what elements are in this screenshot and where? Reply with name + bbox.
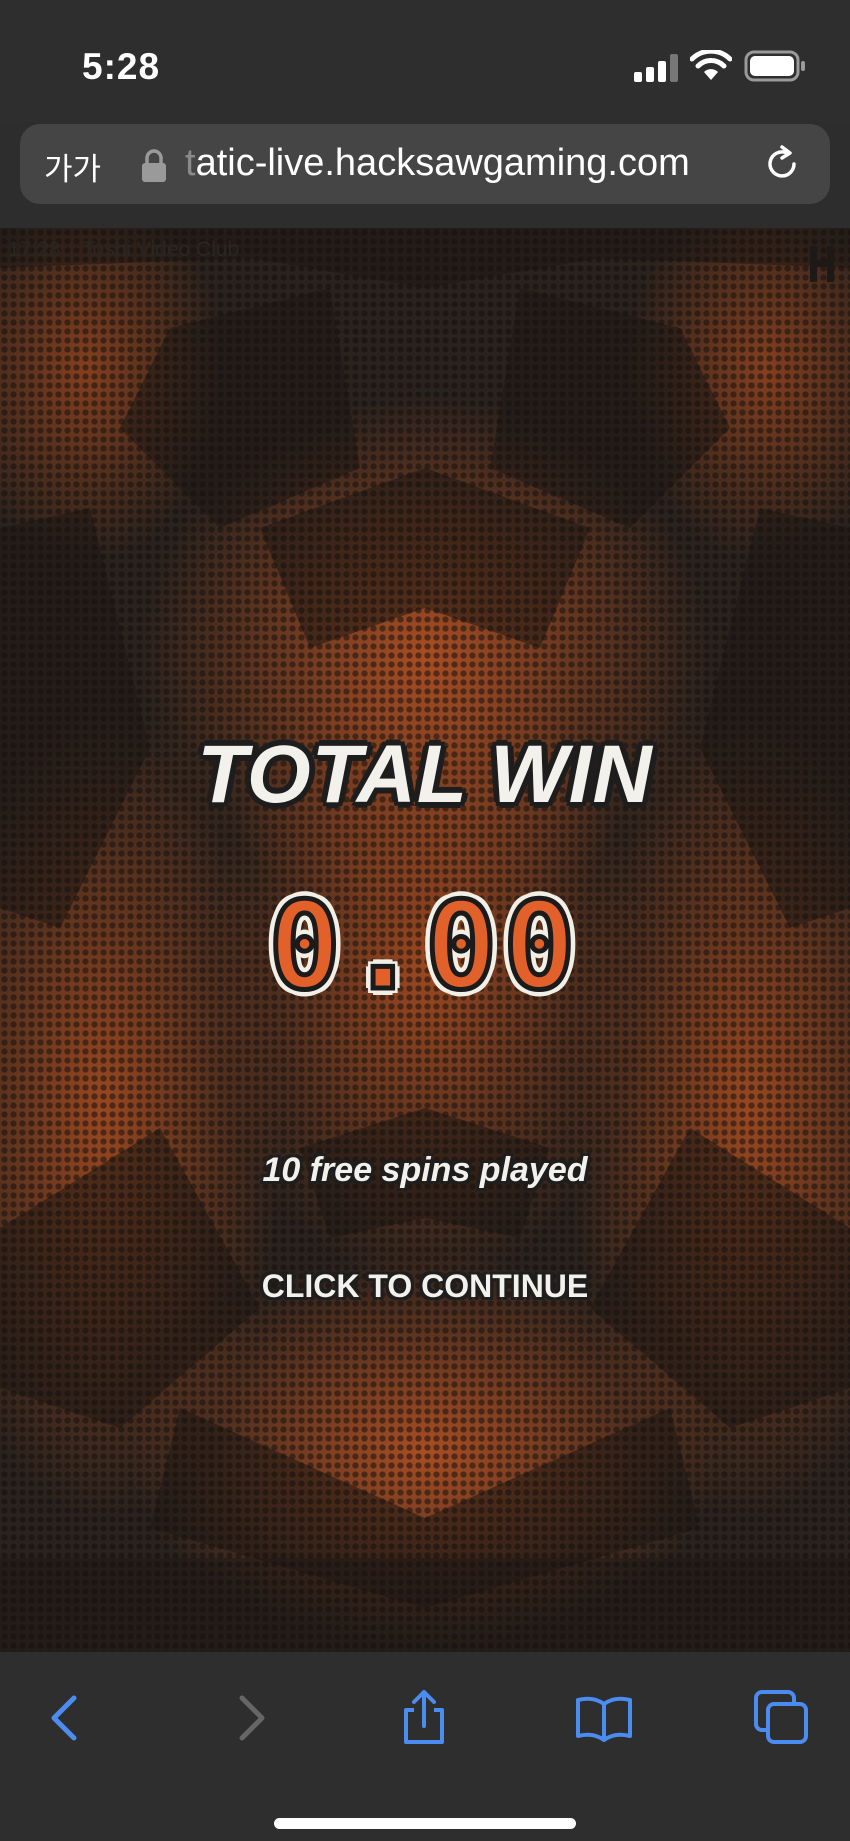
bookmarks-icon[interactable] [574,1688,634,1748]
spins-played-text: 10 free spins played [262,1151,588,1189]
home-indicator [274,1818,576,1829]
total-win-title: TOTAL WIN [197,729,653,820]
tabs-icon[interactable] [752,1688,812,1748]
text-size-button[interactable]: 가가 [44,144,101,189]
info-separator: | [68,238,75,261]
hacksaw-logo-icon [810,246,834,282]
url-domain: atic-live.hacksawgaming.com [195,142,690,184]
forward-icon[interactable] [220,1688,280,1748]
browser-toolbar [0,1652,850,1841]
url-text[interactable]: tatic-live.hacksawgaming.com [185,142,690,185]
reload-icon[interactable] [760,142,804,186]
game-canvas[interactable]: 17:28 | Toshi Video Club TOTAL WIN 0.00 10… [0,228,850,1652]
share-icon[interactable] [394,1688,454,1748]
total-win-amount: 0.00 [266,876,582,1020]
game-clock: 17:28 [8,238,61,261]
url-faded-prefix: t [185,142,196,184]
game-title: Toshi Video Club [82,238,240,261]
back-icon[interactable] [36,1688,96,1748]
wifi-icon [690,50,732,80]
address-bar[interactable]: 가가 tatic-live.hacksawgaming.com [20,124,830,204]
click-to-continue-button[interactable]: CLICK TO CONTINUE [0,1268,850,1305]
cellular-signal-icon [634,54,678,82]
game-info: 17:28 | Toshi Video Club [8,238,239,262]
status-bar: 5:28 [0,0,850,122]
battery-icon [744,50,805,82]
lock-icon [142,149,166,182]
status-time: 5:28 [82,46,161,87]
